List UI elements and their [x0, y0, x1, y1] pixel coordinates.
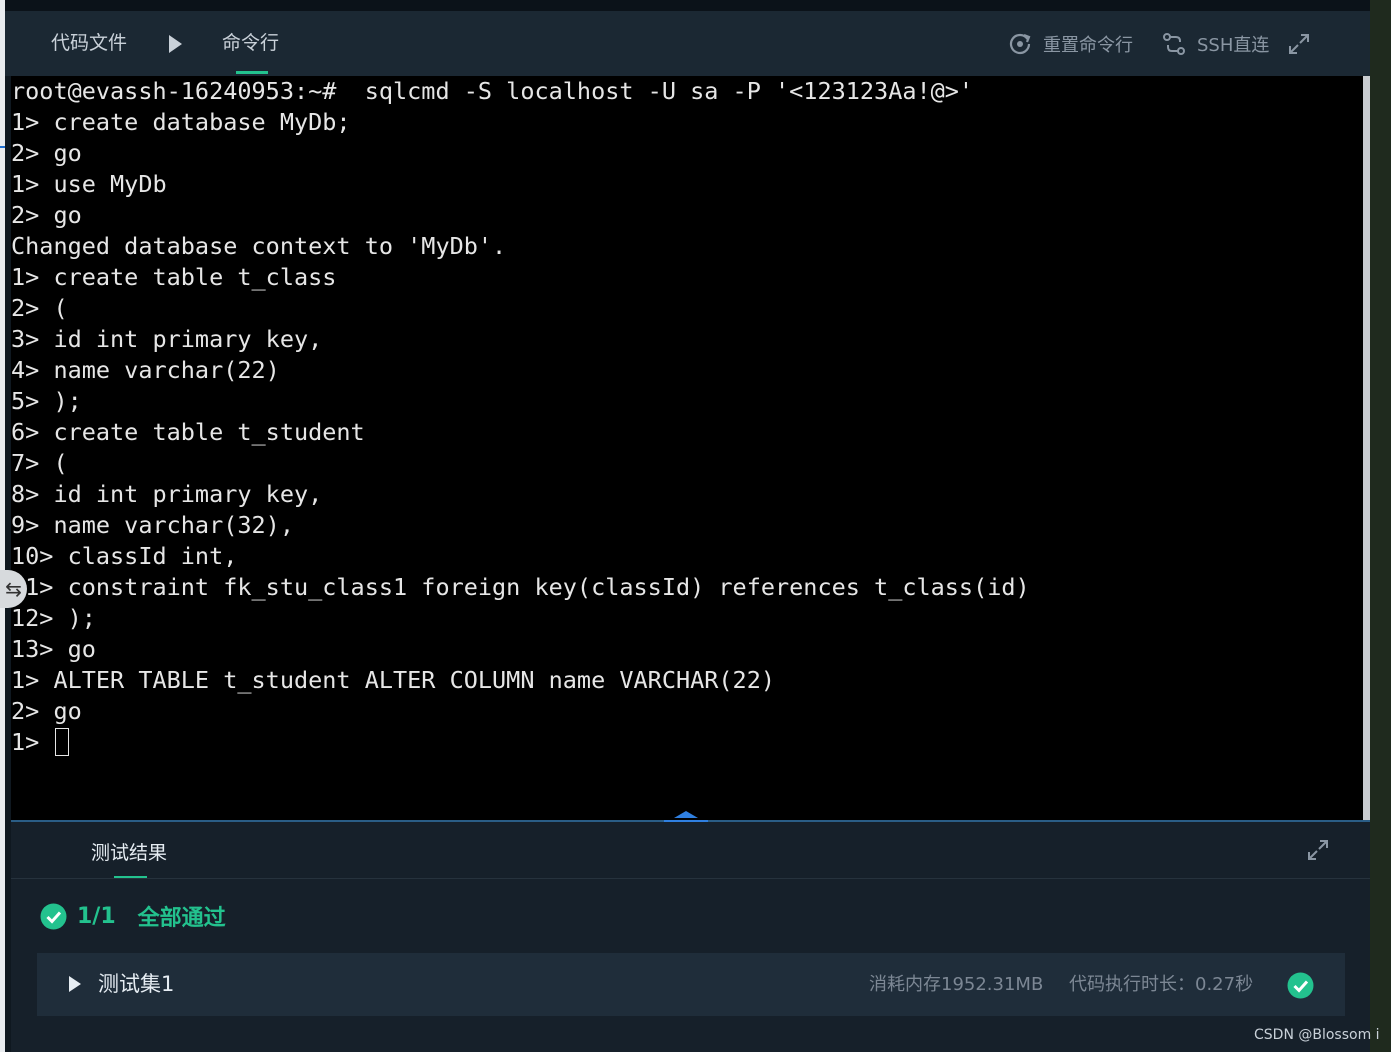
check-circle-icon [40, 903, 67, 929]
right-edge [1370, 0, 1391, 1052]
test-set-name: 测试集1 [98, 972, 175, 996]
divider [11, 878, 1370, 879]
pass-count: 1/1 [77, 903, 116, 929]
execution-time: 代码执行时长：0.27秒 [1069, 974, 1254, 995]
terminal-line: 2> ( [11, 294, 68, 322]
caret-right-icon[interactable] [69, 976, 81, 992]
terminal-line: root@evassh-16240953:~# sqlcmd -S localh… [11, 77, 974, 105]
reset-terminal-label: 重置命令行 [1043, 34, 1133, 56]
terminal-line: 2> go [11, 697, 82, 725]
terminal-line: 2> go [11, 201, 82, 229]
memory-usage: 消耗内存1952.31MB [869, 974, 1044, 995]
left-edge [0, 0, 5, 1052]
play-icon[interactable] [169, 35, 182, 53]
terminal-prompt-line[interactable]: 1> [11, 727, 1030, 758]
check-circle-icon [1287, 972, 1314, 999]
tab-command-line[interactable]: 命令行 [222, 11, 279, 76]
terminal-line: 3> id int primary key, [11, 325, 323, 353]
terminal-line: 13> go [11, 635, 96, 663]
terminal-line: 6> create table t_student [11, 418, 365, 446]
terminal-line: 1> ALTER TABLE t_student ALTER COLUMN na… [11, 666, 776, 694]
pass-status: 全部通过 [137, 906, 226, 931]
terminal-line: 1> create table t_class [11, 263, 337, 291]
expand-editor-button[interactable] [1287, 11, 1321, 76]
terminal-line: 10> classId int, [11, 542, 238, 570]
terminal-scrollbar[interactable] [1363, 76, 1370, 820]
terminal-line: 4> name varchar(22) [11, 356, 280, 384]
terminal-output[interactable]: root@evassh-16240953:~# sqlcmd -S localh… [11, 76, 1363, 820]
terminal-lines: root@evassh-16240953:~# sqlcmd -S localh… [11, 76, 1030, 758]
ssh-connect-button[interactable]: SSH直连 [1161, 11, 1269, 76]
tab-test-results[interactable]: 测试结果 [91, 838, 167, 865]
terminal-line: 12> ); [11, 604, 96, 632]
ssh-icon [1163, 32, 1185, 55]
terminal-line: 1> create database MyDb; [11, 108, 351, 136]
expand-icon[interactable] [1306, 838, 1330, 862]
terminal-line: Changed database context to 'MyDb'. [11, 232, 507, 260]
terminal-line: 5> ); [11, 387, 82, 415]
terminal-line: 11> constraint fk_stu_class1 foreign key… [11, 573, 1030, 601]
test-results-panel: 测试结果 1/1 全部通过 测试集1 消耗内存1952.31MB 代码执行时长：… [11, 822, 1370, 1052]
active-tab-underline [236, 71, 268, 74]
terminal-line: 1> use MyDb [11, 170, 167, 198]
tab-code-file[interactable]: 代码文件 [51, 11, 127, 76]
ssh-connect-label: SSH直连 [1197, 34, 1270, 56]
terminal-cursor [55, 728, 70, 756]
terminal-line: 8> id int primary key, [11, 480, 323, 508]
terminal-line: 7> ( [11, 449, 68, 477]
top-strip [5, 0, 1370, 11]
pass-summary: 1/1 全部通过 [40, 900, 226, 932]
terminal-prompt: 1> [11, 728, 54, 756]
expand-icon [1289, 33, 1309, 54]
reset-icon [1009, 33, 1031, 54]
watermark: CSDN @Blossom i [1254, 1027, 1380, 1043]
terminal-line: 2> go [11, 139, 82, 167]
reset-terminal-button[interactable]: 重置命令行 [1007, 11, 1133, 76]
toolbar: 代码文件 命令行 重置命令行 SSH直连 [5, 11, 1370, 76]
test-set-row[interactable]: 测试集1 消耗内存1952.31MB 代码执行时长：0.27秒 [37, 953, 1345, 1016]
terminal-line: 9> name varchar(32), [11, 511, 294, 539]
